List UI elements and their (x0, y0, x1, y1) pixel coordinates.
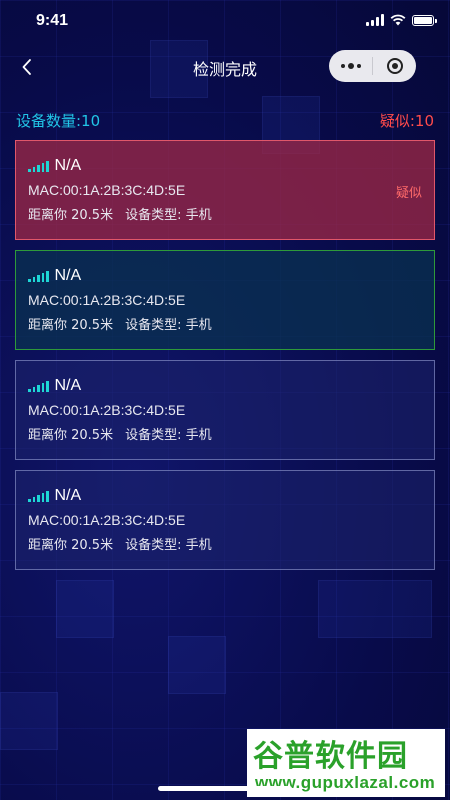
device-mac-text: MAC:00:1A:2B:3C:4D:5E (28, 402, 186, 418)
battery-icon (412, 14, 437, 26)
device-info-line: 距离你 20.5米 设备类型: 手机 (28, 314, 434, 333)
device-card-head: N/A (28, 375, 434, 397)
device-card-suspect[interactable]: N/A MAC:00:1A:2B:3C:4D:5E 距离你 20.5米 设备类型:… (15, 140, 435, 240)
device-distance: 距离你 20.5米 (28, 428, 114, 443)
watermark-brand: 谷普软件园 (253, 739, 408, 774)
background-tile (0, 692, 58, 750)
target-icon (386, 58, 403, 74)
device-type: 设备类型: 手机 (125, 208, 212, 223)
device-mac: MAC:00:1A:2B:3C:4D:5E (28, 512, 434, 529)
device-card-safe[interactable]: N/A MAC:00:1A:2B:3C:4D:5E 距离你 20.5米 设备类型:… (15, 250, 435, 350)
status-icons (366, 14, 437, 26)
signal-strength-icon (28, 490, 49, 502)
device-type: 设备类型: 手机 (125, 538, 212, 553)
device-mac: MAC:00:1A:2B:3C:4D:5E (28, 182, 434, 199)
device-card[interactable]: N/A MAC:00:1A:2B:3C:4D:5E 距离你 20.5米 设备类型:… (15, 360, 435, 460)
device-name: N/A (54, 487, 82, 504)
status-time: 9:41 (36, 12, 69, 29)
close-miniprogram-button[interactable] (373, 50, 416, 82)
device-mac: MAC:00:1A:2B:3C:4D:5E (28, 292, 434, 309)
suspect-count: 疑似:10 (379, 112, 434, 130)
device-distance: 距离你 20.5米 (28, 538, 114, 553)
device-type: 设备类型: 手机 (125, 318, 212, 333)
home-indicator (158, 786, 292, 791)
wifi-icon (390, 14, 406, 26)
device-mac-text: MAC:00:1A:2B:3C:4D:5E (28, 512, 186, 528)
suspect-badge: 疑似 (395, 186, 422, 201)
device-card-head: N/A (28, 265, 434, 287)
device-type: 设备类型: 手机 (125, 428, 212, 443)
status-bar: 9:41 (0, 0, 450, 44)
device-mac: MAC:00:1A:2B:3C:4D:5E (28, 402, 434, 419)
more-button[interactable] (329, 50, 372, 82)
background-tile (56, 580, 114, 638)
device-mac-text: MAC:00:1A:2B:3C:4D:5E (28, 182, 186, 198)
device-distance: 距离你 20.5米 (28, 318, 114, 333)
device-info-line: 距离你 20.5米 设备类型: 手机 (28, 534, 434, 553)
device-card-head: N/A (28, 155, 434, 177)
more-dots-icon (340, 63, 361, 69)
device-list: N/A MAC:00:1A:2B:3C:4D:5E 距离你 20.5米 设备类型:… (15, 140, 435, 580)
device-name: N/A (54, 157, 82, 174)
device-mac-text: MAC:00:1A:2B:3C:4D:5E (28, 292, 186, 308)
device-card[interactable]: N/A MAC:00:1A:2B:3C:4D:5E 距离你 20.5米 设备类型:… (15, 470, 435, 570)
device-card-head: N/A (28, 485, 434, 507)
cellular-signal-icon (366, 14, 384, 26)
signal-strength-icon (28, 160, 49, 172)
device-name: N/A (54, 267, 82, 284)
device-info-line: 距离你 20.5米 设备类型: 手机 (28, 424, 434, 443)
device-distance: 距离你 20.5米 (28, 208, 114, 223)
summary-row: 设备数量:10 疑似:10 (16, 110, 434, 132)
device-count: 设备数量:10 (16, 112, 101, 130)
background-tile (318, 580, 432, 638)
signal-strength-icon (28, 270, 49, 282)
device-name: N/A (54, 377, 82, 394)
miniprogram-capsule (329, 50, 416, 82)
background-tile (168, 636, 226, 694)
nav-bar: 检测完成 (0, 44, 450, 90)
signal-strength-icon (28, 380, 49, 392)
device-info-line: 距离你 20.5米 设备类型: 手机 (28, 204, 434, 223)
